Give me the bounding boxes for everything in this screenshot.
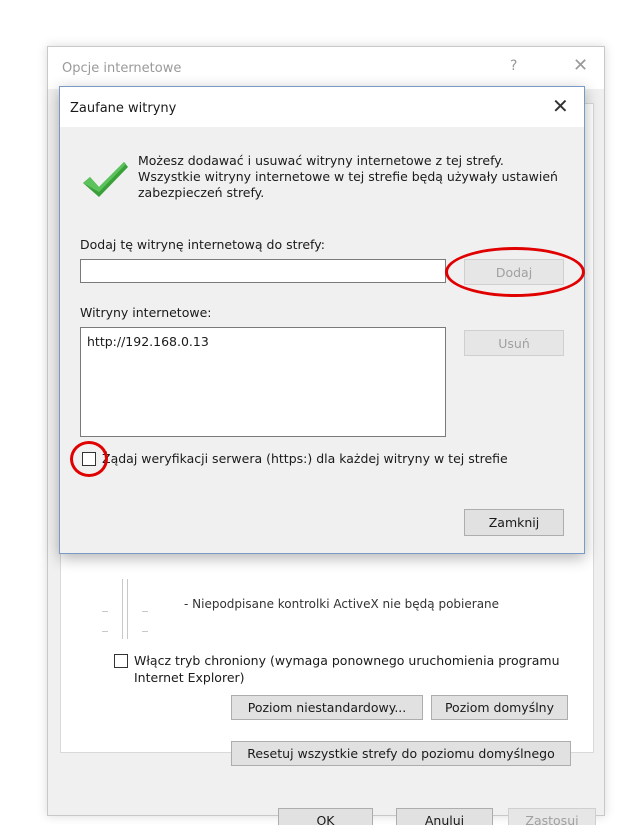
https-verification-label: Żądaj weryfikacji serwera (https:) dla k… [102, 451, 508, 466]
protected-mode-label: Włącz tryb chroniony (wymaga ponownego u… [134, 653, 560, 685]
trusted-sites-titlebar: Zaufane witryny ✕ [60, 87, 584, 127]
annotation-circle-add-button [445, 247, 585, 297]
close-icon[interactable]: ✕ [552, 94, 569, 118]
add-site-input[interactable] [80, 259, 446, 283]
parent-close-icon[interactable]: ✕ [573, 55, 588, 76]
remove-button[interactable]: Usuń [464, 330, 564, 356]
add-site-label: Dodaj tę witrynę internetową do strefy: [80, 237, 325, 252]
slider-tick [142, 611, 148, 612]
slider-tick [102, 631, 108, 632]
trusted-sites-title: Zaufane witryny [70, 101, 177, 116]
custom-level-button[interactable]: Poziom niestandardowy... [231, 695, 423, 720]
help-icon[interactable]: ? [510, 58, 517, 74]
info-text: Możesz dodawać i usuwać witryny internet… [138, 153, 558, 200]
slider-tick [142, 631, 148, 632]
slider-tick [102, 611, 108, 612]
activex-description: - Niepodpisane kontrolki ActiveX nie będ… [184, 597, 500, 611]
apply-button[interactable]: Zastosuj [508, 808, 596, 825]
checkmark-icon [83, 162, 128, 197]
security-level-slider[interactable] [122, 579, 128, 639]
internet-options-titlebar: Opcje internetowe ? ✕ [48, 47, 604, 89]
internet-options-title: Opcje internetowe [62, 61, 182, 76]
cancel-button[interactable]: Anuluj [396, 808, 493, 825]
sites-list[interactable]: http://192.168.0.13 [80, 327, 446, 437]
ok-button[interactable]: OK [278, 808, 373, 825]
sites-label: Witryny internetowe: [80, 305, 212, 320]
close-button[interactable]: Zamknij [464, 509, 564, 536]
annotation-circle-checkbox [70, 441, 108, 477]
default-level-button[interactable]: Poziom domyślny [431, 695, 568, 720]
list-item[interactable]: http://192.168.0.13 [87, 334, 209, 349]
protected-mode-checkbox[interactable] [114, 654, 128, 668]
trusted-sites-dialog: Zaufane witryny ✕ Możesz dodawać i usuwa… [59, 86, 585, 554]
reset-all-zones-button[interactable]: Resetuj wszystkie strefy do poziomu domy… [231, 741, 571, 766]
